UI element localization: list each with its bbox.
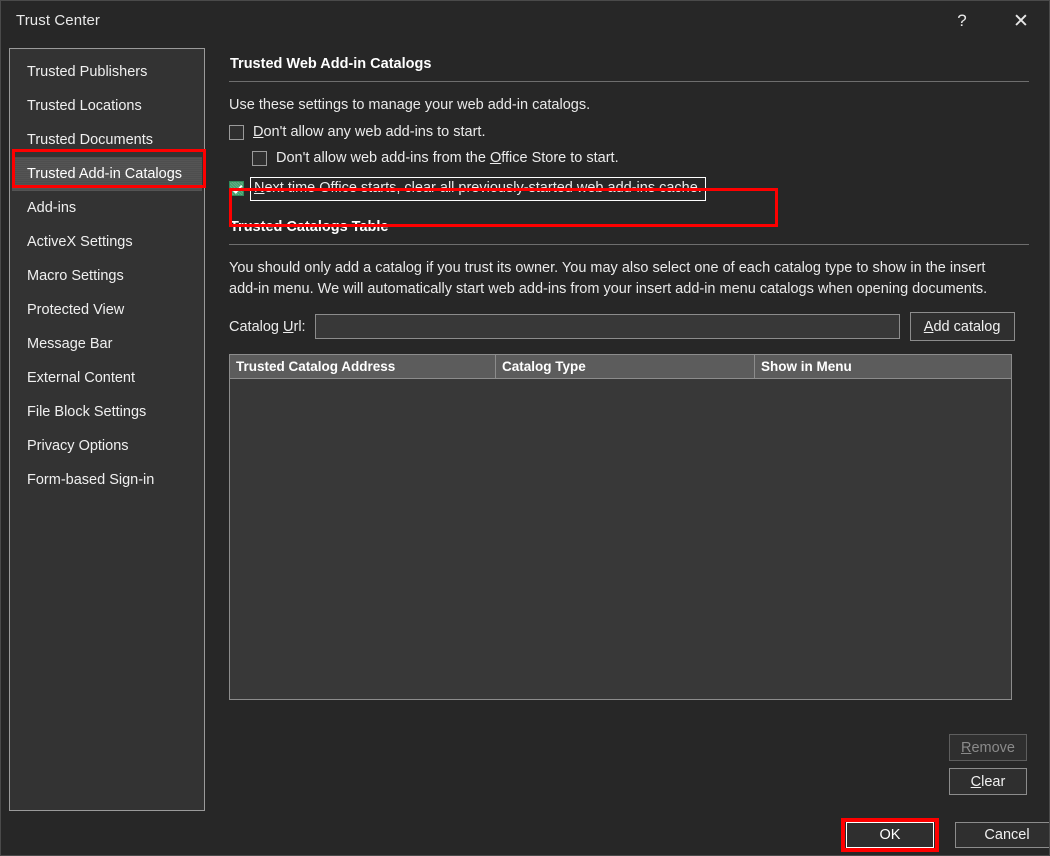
sidebar-item-macro-settings[interactable]: Macro Settings: [10, 259, 204, 293]
label-part-post: on't allow any web add-ins to start.: [263, 124, 486, 140]
accelerator-key: O: [489, 150, 502, 166]
sidebar-item-external-content[interactable]: External Content: [10, 361, 204, 395]
checkbox-label-clear-web-addins-cache: Next time Office starts, clear all previ…: [250, 177, 706, 201]
sidebar-item-label: Form-based Sign-in: [27, 472, 155, 488]
sidebar-item-label: Privacy Options: [27, 438, 129, 454]
section-title-trusted-catalogs-table: Trusted Catalogs Table: [230, 219, 389, 235]
section-divider: [229, 244, 1029, 245]
window-title: Trust Center: [16, 12, 101, 29]
checkbox-dont-allow-any-web-addins[interactable]: [229, 125, 244, 140]
add-catalog-button[interactable]: Add catalog: [909, 312, 1015, 341]
accelerator-key: D: [253, 124, 264, 140]
ok-button[interactable]: OK: [846, 822, 934, 848]
accelerator-key: R: [960, 739, 972, 756]
sidebar-item-label: External Content: [27, 370, 136, 386]
trusted-catalogs-table[interactable]: Trusted Catalog Address Catalog Type Sho…: [229, 354, 1012, 700]
column-header-trusted-catalog-address[interactable]: Trusted Catalog Address: [230, 355, 496, 378]
label-part-post: emove: [971, 739, 1015, 756]
sidebar-item-file-block-settings[interactable]: File Block Settings: [10, 395, 204, 429]
sidebar-item-label: Macro Settings: [27, 268, 124, 284]
label-part-pre: Don't allow web add-ins from the: [276, 150, 490, 166]
column-header-catalog-type[interactable]: Catalog Type: [496, 355, 755, 378]
sidebar-item-label: Protected View: [27, 302, 125, 318]
sidebar-item-privacy-options[interactable]: Privacy Options: [10, 429, 204, 463]
sidebar-item-trusted-add-in-catalogs[interactable]: Trusted Add-in Catalogs: [12, 157, 202, 191]
accelerator-key: N: [254, 180, 265, 196]
sidebar-item-protected-view[interactable]: Protected View: [10, 293, 204, 327]
clear-button[interactable]: Clear: [949, 768, 1027, 795]
checkbox-dont-allow-office-store[interactable]: [252, 151, 267, 166]
intro-text: Use these settings to manage your web ad…: [229, 97, 591, 113]
title-bar: Trust Center ? ✕: [1, 1, 1049, 41]
close-icon[interactable]: ✕: [998, 1, 1044, 41]
cancel-button[interactable]: Cancel: [955, 822, 1049, 848]
catalog-url-label: Catalog Url:: [229, 319, 306, 335]
sidebar-item-label: Add-ins: [27, 200, 77, 216]
sidebar-item-label: Message Bar: [27, 336, 113, 352]
sidebar-nav: Trusted Publishers Trusted Locations Trust…: [9, 48, 205, 811]
sidebar-item-label: Trusted Add-in Catalogs: [27, 166, 183, 182]
checkbox-row-dont-allow-office-store[interactable]: Don't allow web add-ins from the Office …: [252, 149, 1029, 168]
checkbox-clear-web-addins-cache[interactable]: [229, 181, 244, 196]
label-part-post: lear: [981, 773, 1006, 790]
table-body[interactable]: [230, 379, 1011, 699]
checkbox-row-dont-allow-any[interactable]: Don't allow any web add-ins to start.: [229, 123, 1029, 142]
accelerator-key: U: [283, 318, 294, 335]
table-header-row: Trusted Catalog Address Catalog Type Sho…: [230, 355, 1011, 379]
accelerator-key: C: [970, 773, 982, 790]
sidebar-item-add-ins[interactable]: Add-ins: [10, 191, 204, 225]
sidebar-item-message-bar[interactable]: Message Bar: [10, 327, 204, 361]
sidebar-item-label: Trusted Publishers: [27, 64, 148, 80]
catalog-url-row: Catalog Url: Add catalog: [229, 312, 1029, 341]
checkbox-row-clear-cache[interactable]: Next time Office starts, clear all previ…: [229, 177, 1029, 201]
sidebar-item-label: Trusted Locations: [27, 98, 142, 114]
catalog-url-input[interactable]: [314, 314, 900, 339]
sidebar-item-label: ActiveX Settings: [27, 234, 133, 250]
sidebar-item-activex-settings[interactable]: ActiveX Settings: [10, 225, 204, 259]
main-content: Trusted Web Add-in Catalogs Use these se…: [229, 56, 1029, 700]
label-part-post: rl:: [293, 318, 306, 335]
sidebar-item-form-based-sign-in[interactable]: Form-based Sign-in: [10, 463, 204, 497]
remove-button[interactable]: Remove: [949, 734, 1027, 761]
catalogs-table-description: You should only add a catalog if you tru…: [229, 260, 988, 297]
table-action-buttons: Remove Clear: [949, 734, 1027, 795]
sidebar-item-label: File Block Settings: [27, 404, 147, 420]
column-header-show-in-menu[interactable]: Show in Menu: [755, 355, 1011, 378]
checkbox-label-dont-allow-any-web-addins: Don't allow any web add-ins to start.: [253, 123, 485, 142]
trust-center-dialog: Trust Center ? ✕ Trusted Publishers Trust…: [0, 0, 1050, 856]
section-title-trusted-web-addin-catalogs: Trusted Web Add-in Catalogs: [230, 56, 432, 72]
sidebar-item-trusted-documents[interactable]: Trusted Documents: [10, 123, 204, 157]
label-part-post: dd catalog: [933, 318, 1001, 335]
sidebar-item-label: Trusted Documents: [27, 132, 153, 148]
sidebar-item-trusted-locations[interactable]: Trusted Locations: [10, 89, 204, 123]
sidebar-item-trusted-publishers[interactable]: Trusted Publishers: [10, 55, 204, 89]
checkbox-label-dont-allow-office-store: Don't allow web add-ins from the Office …: [276, 149, 619, 168]
help-icon[interactable]: ?: [939, 1, 985, 41]
label-part-pre: Catalog: [229, 318, 284, 335]
section-divider: [229, 81, 1029, 82]
label-part-post: ext time Office starts, clear all previo…: [264, 180, 702, 196]
label-part-post: ffice Store to start.: [501, 150, 619, 166]
